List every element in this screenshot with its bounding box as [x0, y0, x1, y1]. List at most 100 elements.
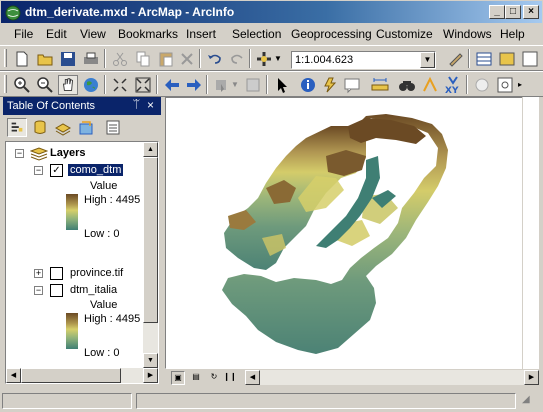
globe-icon[interactable] [81, 75, 101, 95]
toolbar-separator [468, 49, 470, 68]
layout-view-icon[interactable]: ▤ [189, 371, 203, 385]
scroll-right-icon[interactable]: ▶ [143, 368, 158, 383]
maximize-button[interactable]: □ [505, 5, 521, 19]
save-icon[interactable] [58, 49, 78, 69]
menu-windows[interactable]: Windows [443, 27, 492, 41]
legend-low: Low : 0 [84, 228, 120, 240]
map-vertical-scrollbar[interactable] [522, 97, 539, 369]
layer-name-dtm-italia[interactable]: dtm_italia [70, 284, 117, 296]
data-view-icon[interactable]: ▣ [171, 371, 185, 385]
measure-icon[interactable] [370, 75, 390, 95]
collapse-icon[interactable]: − [34, 166, 43, 175]
scroll-thumb[interactable] [143, 157, 158, 323]
open-folder-icon[interactable] [35, 49, 55, 69]
chevron-down-icon[interactable]: ▼ [420, 52, 435, 68]
vertical-scrollbar[interactable]: ▲ ▼ [143, 142, 158, 368]
toc-title: Table Of Contents [7, 100, 96, 112]
print-icon[interactable] [81, 49, 101, 69]
refresh-icon[interactable]: ↻ [207, 371, 221, 385]
scale-combobox[interactable]: 1:1.004.623 ▼ [291, 51, 436, 69]
legend-high: High : 4495 [84, 194, 141, 206]
options-icon[interactable] [103, 118, 123, 137]
toolbar-separator [249, 49, 251, 68]
scroll-left-icon[interactable]: ◀ [245, 370, 260, 385]
add-data-icon[interactable] [254, 49, 274, 69]
menu-help[interactable]: Help [500, 27, 525, 41]
layers-icon [30, 147, 48, 161]
undo-icon[interactable] [205, 49, 225, 69]
clear-selection-icon[interactable] [243, 75, 263, 95]
delete-icon[interactable] [177, 49, 197, 69]
find-icon[interactable] [397, 75, 417, 95]
status-coordinates [136, 393, 516, 409]
paste-icon[interactable] [156, 49, 176, 69]
close-icon[interactable]: × [147, 98, 154, 112]
fixed-zoom-in-icon[interactable] [110, 75, 130, 95]
fixed-zoom-out-icon[interactable] [133, 75, 153, 95]
back-arrow-icon[interactable] [162, 75, 182, 95]
select-features-icon[interactable] [212, 75, 232, 95]
scroll-thumb[interactable] [21, 368, 121, 383]
data-frame-label[interactable]: Layers [50, 147, 85, 159]
horizontal-scrollbar[interactable]: ◀ ▶ [6, 368, 158, 383]
time-slider-icon[interactable] [472, 75, 492, 95]
map-view[interactable] [165, 97, 539, 369]
toolbar-separator [206, 75, 208, 94]
identify-icon[interactable] [298, 75, 318, 95]
menu-insert[interactable]: Insert [186, 27, 216, 41]
scroll-right-icon[interactable]: ▶ [524, 370, 539, 385]
menu-file[interactable]: File [14, 27, 33, 41]
menu-customize[interactable]: Customize [376, 27, 433, 41]
table-icon[interactable] [474, 49, 494, 69]
layer-visibility-checkbox[interactable] [50, 267, 63, 280]
toolbar-grip[interactable] [4, 49, 7, 67]
menu-geoprocessing[interactable]: Geoprocessing [291, 27, 372, 41]
scroll-left-icon[interactable]: ◀ [6, 368, 21, 383]
expand-icon[interactable]: + [34, 269, 43, 278]
catalog-icon[interactable] [497, 49, 517, 69]
go-to-xy-icon[interactable]: XY [443, 75, 463, 95]
copy-icon[interactable] [133, 49, 153, 69]
list-by-source-icon[interactable] [30, 118, 50, 137]
toolbar-overflow[interactable]: ▸ [518, 75, 538, 95]
zoom-out-icon[interactable] [35, 75, 55, 95]
list-by-selection-icon[interactable] [76, 118, 96, 137]
toolbar-grip[interactable] [4, 75, 7, 93]
redo-icon[interactable] [227, 49, 247, 69]
scroll-up-icon[interactable]: ▲ [143, 142, 158, 157]
search-icon[interactable] [520, 49, 540, 69]
menu-view[interactable]: View [80, 27, 106, 41]
editor-icon[interactable] [446, 49, 466, 69]
layer-visibility-checkbox[interactable] [50, 284, 63, 297]
list-by-visibility-icon[interactable] [53, 118, 73, 137]
pan-hand-icon[interactable] [58, 75, 78, 95]
menu-selection[interactable]: Selection [232, 27, 281, 41]
menu-bookmarks[interactable]: Bookmarks [118, 27, 178, 41]
cut-icon[interactable] [110, 49, 130, 69]
resize-grip-icon[interactable]: ◢ [522, 394, 538, 410]
minimize-button[interactable]: _ [489, 5, 505, 19]
find-route-icon[interactable] [420, 75, 440, 95]
pin-icon[interactable]: ᛠ [133, 99, 140, 111]
svg-text:XY: XY [445, 86, 459, 95]
map-horizontal-scrollbar[interactable]: ◀ ▶ [245, 370, 539, 385]
list-by-drawing-order-icon[interactable] [7, 118, 27, 137]
layer-name-como-dtm[interactable]: como_dtm [66, 163, 125, 177]
hyperlink-icon[interactable] [320, 75, 340, 95]
create-viewer-icon[interactable] [495, 75, 515, 95]
toolbar-separator [104, 75, 106, 94]
scroll-down-icon[interactable]: ▼ [143, 353, 158, 368]
html-popup-icon[interactable] [342, 75, 362, 95]
new-document-icon[interactable] [12, 49, 32, 69]
standard-toolbar: ▼ 1:1.004.623 ▼ [0, 45, 543, 71]
pause-drawing-icon[interactable]: ❙❙ [223, 371, 237, 385]
forward-arrow-icon[interactable] [184, 75, 204, 95]
menu-edit[interactable]: Edit [46, 27, 67, 41]
collapse-icon[interactable]: − [34, 286, 43, 295]
collapse-icon[interactable]: − [15, 149, 24, 158]
close-button[interactable]: × [523, 5, 539, 19]
select-elements-icon[interactable] [272, 75, 292, 95]
layer-visibility-checkbox[interactable]: ✓ [50, 164, 63, 177]
zoom-in-icon[interactable] [12, 75, 32, 95]
layer-name-province[interactable]: province.tif [70, 267, 123, 279]
